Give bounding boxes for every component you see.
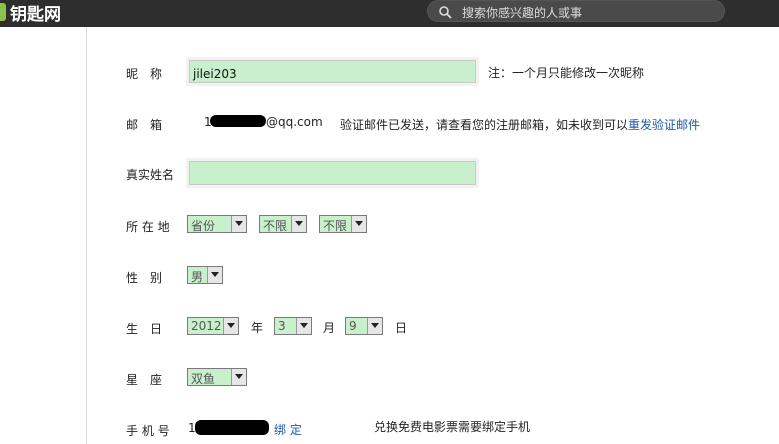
mobile-label: 手 机 号 (126, 424, 170, 438)
birth-month-value: 3 (278, 319, 286, 333)
chevron-down-icon (291, 216, 306, 232)
email-label: 邮 箱 (126, 118, 163, 132)
city-select[interactable]: 不限 (259, 215, 307, 233)
zodiac-value: 双鱼 (191, 372, 216, 386)
chevron-down-icon (223, 318, 238, 334)
site-logo[interactable]: 钥匙网 (0, 0, 61, 25)
zodiac-label: 星 座 (126, 373, 163, 387)
email-note-text: 验证邮件已发送，请查看您的注册邮箱，如未收到可以 (340, 118, 629, 132)
location-label: 所 在 地 (126, 220, 170, 234)
nickname-value: jilei203 (193, 67, 237, 81)
search-icon (439, 6, 452, 19)
chevron-down-icon (231, 369, 246, 385)
chevron-down-icon (296, 318, 311, 334)
content-divider (86, 27, 87, 444)
logo-text: 钥匙网 (10, 4, 61, 25)
birth-day-value: 9 (349, 319, 357, 333)
birth-day-select[interactable]: 9 (345, 317, 383, 335)
city-value: 不限 (263, 219, 288, 233)
gender-select[interactable]: 男 (187, 266, 223, 284)
chevron-down-icon (351, 216, 366, 232)
nickname-input[interactable]: jilei203 (189, 60, 476, 83)
district-value: 不限 (323, 219, 348, 233)
realname-input[interactable] (189, 161, 476, 185)
search-input[interactable]: 搜索你感兴趣的人或事 (427, 0, 725, 22)
chevron-down-icon (367, 318, 382, 334)
month-unit: 月 (323, 321, 336, 335)
realname-label: 真实姓名 (126, 168, 175, 182)
mobile-redaction (195, 420, 269, 435)
email-redaction (210, 115, 266, 127)
birth-year-select[interactable]: 2012 (187, 317, 239, 335)
search-placeholder: 搜索你感兴趣的人或事 (462, 6, 583, 20)
bind-mobile-link[interactable]: 绑 定 (274, 421, 302, 438)
gender-label: 性 别 (126, 271, 163, 285)
birth-year-value: 2012 (191, 319, 222, 333)
district-select[interactable]: 不限 (319, 215, 367, 233)
mobile-note: 兑换免费电影票需要绑定手机 (374, 420, 531, 434)
nickname-note: 注：一个月只能修改一次昵称 (488, 66, 645, 80)
zodiac-select[interactable]: 双鱼 (187, 368, 247, 386)
year-unit: 年 (251, 321, 264, 335)
nickname-label: 昵 称 (126, 67, 163, 81)
chevron-down-icon (231, 216, 246, 232)
province-select[interactable]: 省份 (187, 215, 247, 233)
resend-verification-link[interactable]: 重发验证邮件 (628, 118, 700, 132)
top-navigation-bar: 钥匙网 搜索你感兴趣的人或事 (0, 0, 779, 27)
email-domain: @qq.com (266, 115, 323, 129)
email-note: 验证邮件已发送，请查看您的注册邮箱，如未收到可以重发验证邮件 (340, 116, 700, 133)
birthday-label: 生 日 (126, 322, 163, 336)
birth-month-select[interactable]: 3 (274, 317, 312, 335)
gender-value: 男 (191, 270, 204, 284)
province-value: 省份 (191, 219, 216, 233)
day-unit: 日 (395, 321, 408, 335)
chevron-down-icon (207, 267, 222, 283)
logo-icon (0, 3, 6, 21)
